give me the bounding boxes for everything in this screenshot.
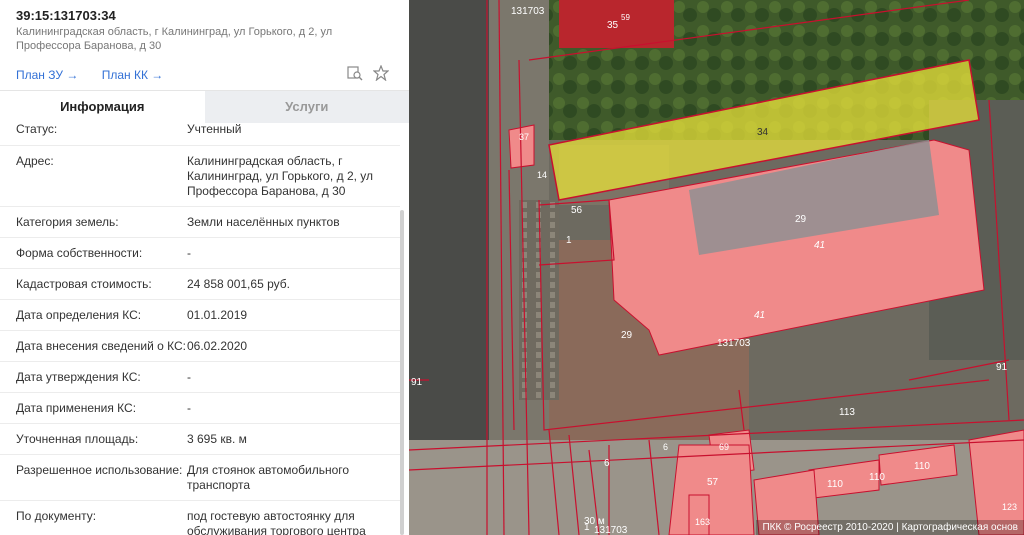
parcel-163[interactable] (688, 494, 710, 535)
map-label: 41 (814, 240, 825, 251)
row-ownership: Форма собственности: - (0, 238, 400, 269)
field-key: Дата применения КС: (16, 401, 137, 415)
field-key: Статус: (16, 122, 58, 136)
row-apply-date: Дата применения КС: - (0, 393, 400, 424)
map-label: 163 (695, 517, 710, 527)
panel-scrollbar[interactable] (400, 210, 404, 535)
map-label: 123 (1002, 502, 1017, 512)
field-key: Уточненная площадь: (16, 432, 139, 446)
map-label: 113 (839, 407, 855, 418)
plan-kk-link[interactable]: План КК → (102, 68, 164, 82)
map-label: 69 (719, 442, 729, 452)
field-key: Форма собственности: (16, 246, 143, 260)
map-label: 131703 (717, 338, 751, 349)
row-area: Уточненная площадь: 3 695 кв. м (0, 424, 400, 455)
tab-information[interactable]: Информация (0, 91, 205, 123)
field-value: Учтенный (187, 122, 242, 136)
map-label: 131703 (511, 6, 545, 17)
map-label: 29 (621, 330, 633, 341)
map-label: 34 (757, 127, 769, 138)
field-key: Категория земель: (16, 215, 119, 229)
row-status: Статус: Учтенный (0, 122, 400, 146)
map-label: 59 (621, 13, 630, 22)
map-label: 1 (566, 235, 572, 246)
field-key: Разрешенное использование: (16, 463, 183, 477)
row-address: Адрес: Калининградская область, г Калини… (0, 146, 400, 207)
map-label: 14 (537, 170, 547, 180)
field-value: Для стоянок автомобильного транспорта (187, 463, 350, 492)
field-value: под гостевую автостоянку для обслуживани… (187, 509, 366, 535)
field-value: 3 695 кв. м (187, 432, 247, 446)
map-label: 110 (914, 461, 930, 472)
star-icon[interactable] (372, 64, 390, 82)
panel-tools (347, 64, 390, 82)
map-label: 29 (795, 214, 807, 225)
map-label: 41 (754, 310, 765, 321)
map-label: 110 (827, 479, 843, 490)
row-land-category: Категория земель: Земли населённых пункт… (0, 207, 400, 238)
row-approval-date: Дата утверждения КС: - (0, 362, 400, 393)
map-label: 57 (707, 477, 719, 488)
satellite-map[interactable]: 131703 35 59 34 29 41 41 29 131703 56 1 … (409, 0, 1024, 535)
field-key: Дата утверждения КС: (16, 370, 141, 384)
field-value: - (187, 246, 191, 260)
object-address: Калининградская область, г Калининград, … (16, 26, 333, 52)
row-value-date: Дата определения КС: 01.01.2019 (0, 300, 400, 331)
row-document: По документу: под гостевую автостоянку д… (0, 501, 400, 535)
tabs: Информация Услуги (0, 90, 409, 123)
map-label: 56 (571, 205, 583, 216)
row-entry-date: Дата внесения сведений о КС: 06.02.2020 (0, 331, 400, 362)
field-value: 01.01.2019 (187, 308, 248, 322)
field-key: Дата определения КС: (16, 308, 142, 322)
plan-zu-link[interactable]: План ЗУ → (16, 68, 78, 82)
field-value: 24 858 001,65 руб. (187, 277, 290, 291)
map-label: 35 (607, 20, 619, 31)
map-attribution: ПКК © Росреестр 2010-2020 | Картографиче… (756, 520, 1024, 535)
map-view[interactable]: 131703 35 59 34 29 41 41 29 131703 56 1 … (409, 0, 1024, 535)
field-key: Дата внесения сведений о КС: (16, 339, 186, 353)
plan-links: План ЗУ → План КК → (16, 68, 183, 82)
field-value: - (187, 370, 191, 384)
field-value: 06.02.2020 (187, 339, 248, 353)
field-value: Калининградская область, г Калининград, … (187, 154, 374, 198)
parcel-57[interactable] (668, 444, 755, 535)
row-cadastral-value: Кадастровая стоимость: 24 858 001,65 руб… (0, 269, 400, 300)
cadastral-number: 39:15:131703:34 (16, 8, 116, 23)
tab-services[interactable]: Услуги (204, 91, 409, 123)
map-label: 6 (663, 442, 668, 452)
field-key: По документу: (16, 509, 97, 523)
field-value: - (187, 401, 191, 415)
map-label: 6 (604, 458, 610, 469)
map-label: 37 (519, 132, 529, 142)
attributes-table: Статус: Учтенный Адрес: Калининградская … (0, 122, 400, 535)
search-map-icon[interactable] (347, 65, 363, 81)
row-permitted-use: Разрешенное использование: Для стоянок а… (0, 455, 400, 501)
field-value: Земли населённых пунктов (187, 215, 340, 229)
info-panel: 39:15:131703:34 Калининградская область,… (0, 0, 409, 535)
map-label: 110 (869, 472, 885, 483)
map-label: 91 (996, 362, 1008, 373)
field-key: Кадастровая стоимость: (16, 277, 152, 291)
field-key: Адрес: (16, 154, 54, 168)
map-label: 91 (411, 377, 423, 388)
map-scale: 30 м (584, 516, 605, 527)
